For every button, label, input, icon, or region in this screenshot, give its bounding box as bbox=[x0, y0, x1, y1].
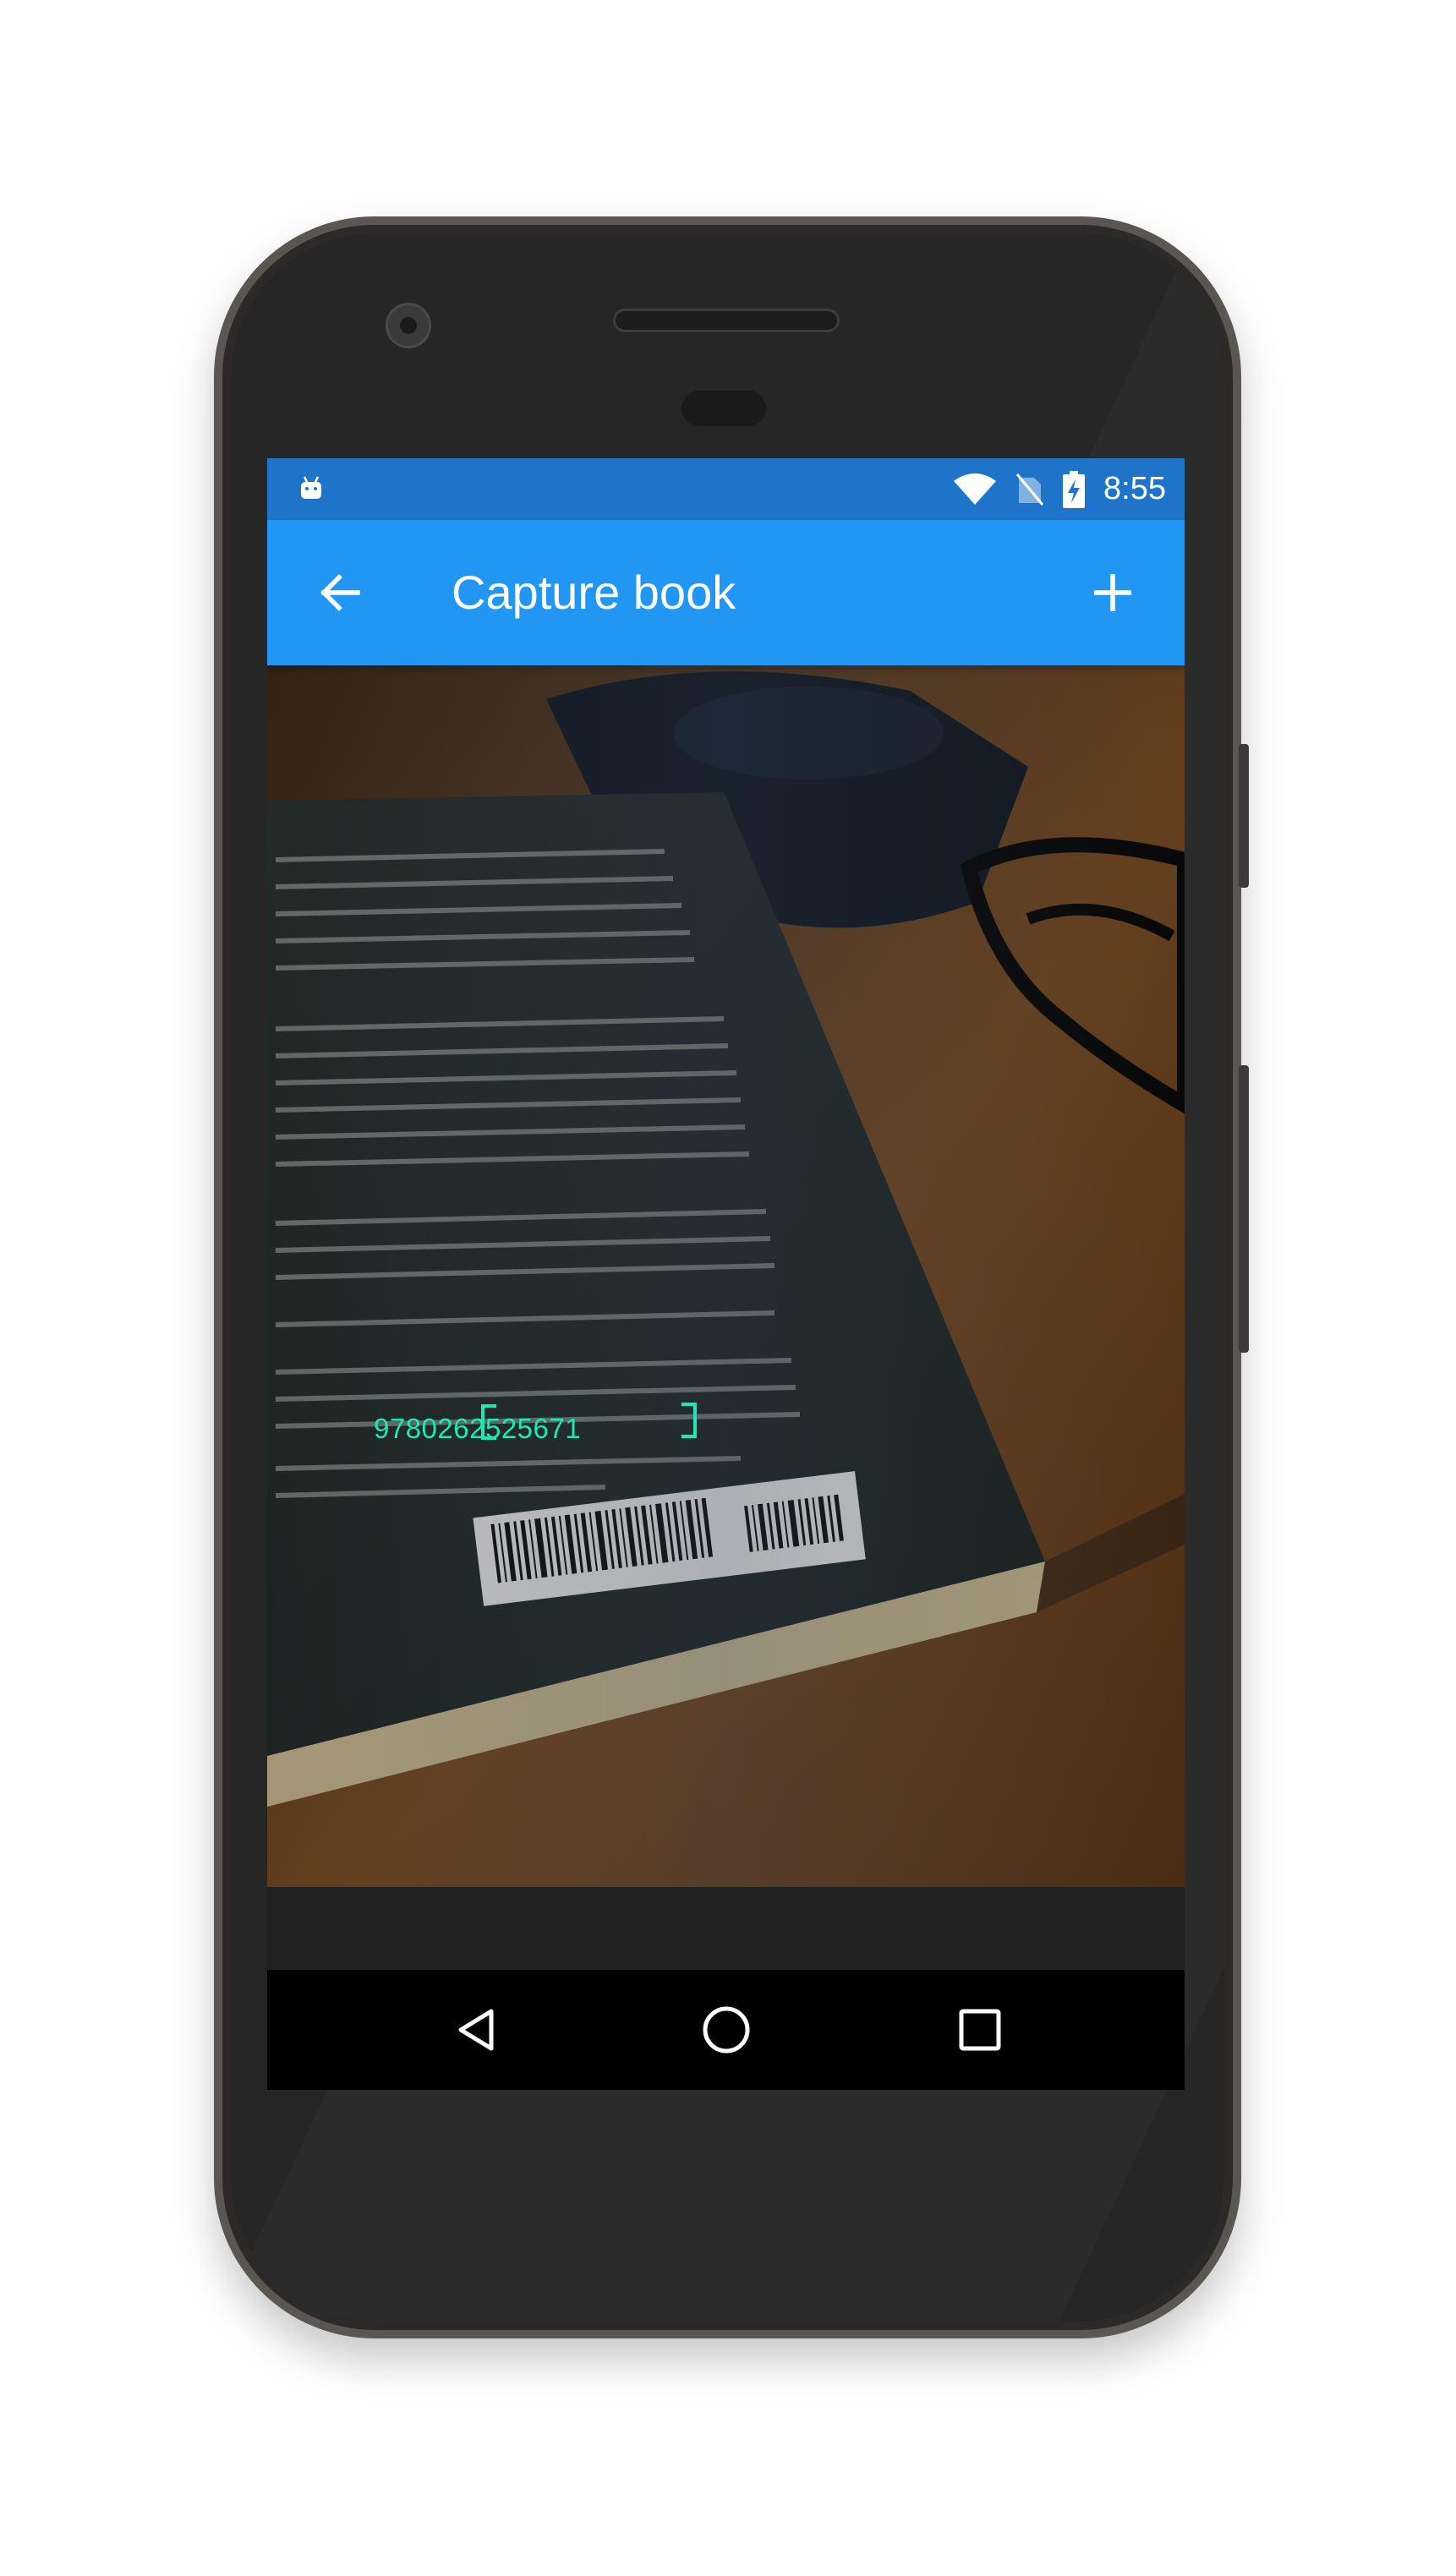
status-bar: 8:55 bbox=[267, 458, 1185, 520]
camera-preview[interactable]: 9780262525671 bbox=[267, 665, 1185, 1887]
nav-back-button[interactable] bbox=[418, 1970, 538, 2090]
detected-barcode-label: 9780262525671 bbox=[374, 1413, 582, 1444]
earpiece-speaker bbox=[613, 309, 840, 332]
no-sim-icon bbox=[1015, 473, 1044, 506]
scan-bracket-right bbox=[681, 1403, 697, 1438]
volume-button bbox=[1239, 1065, 1249, 1353]
home-circle-icon bbox=[703, 2006, 750, 2054]
camera-scene bbox=[267, 665, 1185, 1887]
front-camera bbox=[386, 303, 431, 348]
status-clock: 8:55 bbox=[1103, 471, 1166, 506]
phone-screen: 8:55 Capture book 9780262525671 bbox=[267, 458, 1185, 2090]
nav-recents-button[interactable] bbox=[920, 1970, 1040, 2090]
back-triangle-icon bbox=[458, 2009, 494, 2051]
plus-icon bbox=[1094, 574, 1131, 611]
arrow-left-icon bbox=[320, 574, 360, 611]
app-bar: Capture book bbox=[267, 520, 1185, 665]
nav-home-button[interactable] bbox=[666, 1970, 786, 2090]
page-title: Capture book bbox=[452, 566, 736, 619]
android-debug-icon bbox=[301, 476, 321, 499]
add-button[interactable] bbox=[1083, 563, 1142, 622]
proximity-sensor bbox=[681, 391, 766, 426]
recents-square-icon bbox=[959, 2009, 1001, 2051]
back-button[interactable] bbox=[309, 563, 369, 622]
navigation-bar bbox=[267, 1970, 1185, 2090]
battery-charging-icon bbox=[1063, 470, 1086, 508]
wifi-icon bbox=[954, 473, 997, 505]
power-button bbox=[1239, 744, 1249, 888]
status-icons: 8:55 bbox=[953, 458, 1166, 520]
